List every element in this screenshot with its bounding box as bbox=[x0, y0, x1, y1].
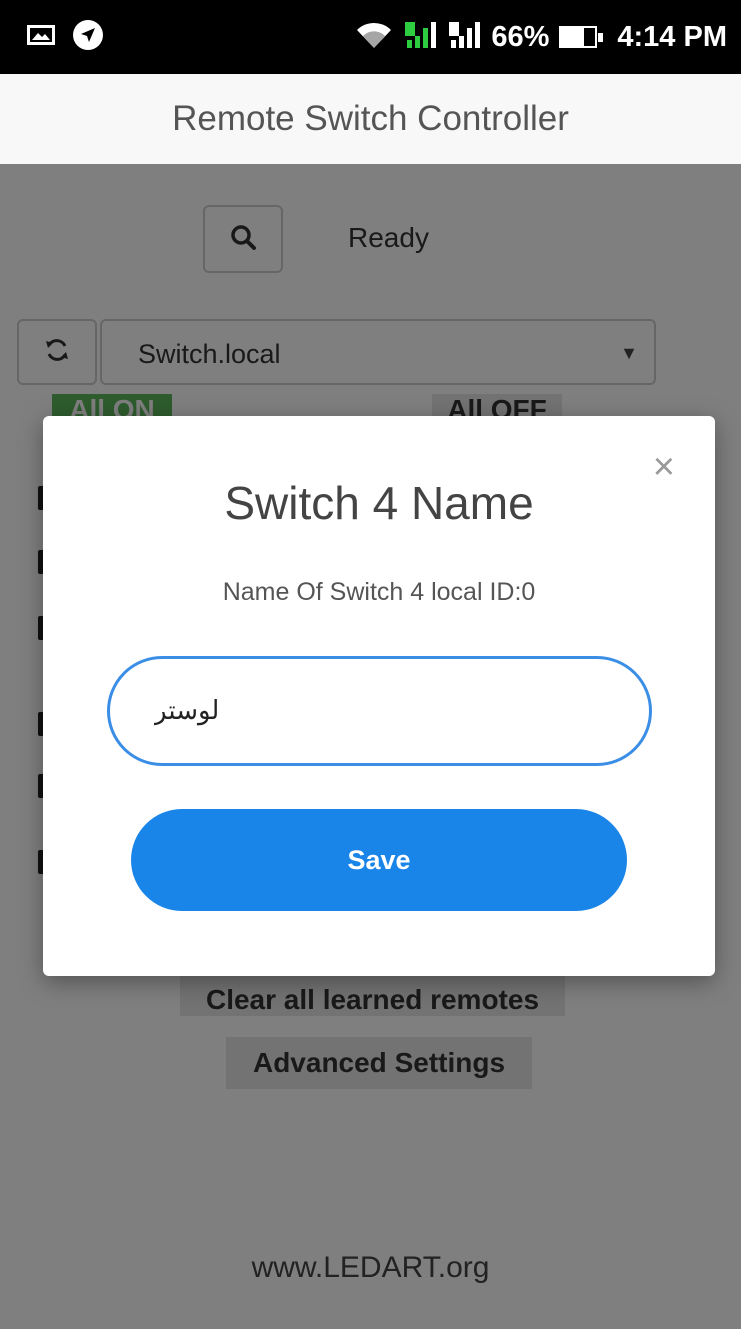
app-title: Remote Switch Controller bbox=[0, 74, 741, 164]
dialog-title: Switch 4 Name bbox=[224, 477, 534, 529]
dialog-subtitle: Name Of Switch 4 local ID:0 bbox=[222, 578, 536, 606]
battery-icon bbox=[559, 26, 604, 48]
status-bar: 66% 4:14 PM bbox=[0, 0, 741, 74]
rename-switch-dialog: × Switch 4 Name Name Of Switch 4 local I… bbox=[43, 416, 715, 976]
wifi-icon bbox=[355, 20, 393, 55]
navigation-icon bbox=[72, 19, 104, 56]
save-button[interactable]: Save bbox=[131, 809, 627, 911]
sim1-signal-icon bbox=[403, 20, 437, 55]
image-icon bbox=[26, 24, 56, 51]
clock: 4:14 PM bbox=[617, 20, 727, 53]
switch-name-input[interactable] bbox=[107, 656, 652, 766]
battery-percent: 66% bbox=[491, 20, 550, 53]
sim2-signal-icon bbox=[447, 20, 481, 55]
